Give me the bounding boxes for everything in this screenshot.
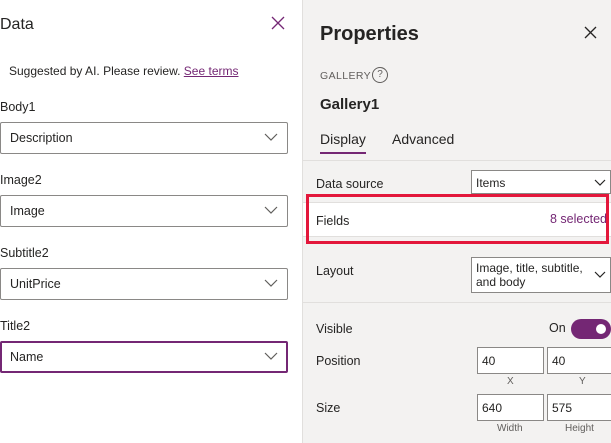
visible-state-label: On bbox=[549, 321, 566, 335]
close-icon[interactable] bbox=[584, 26, 600, 42]
properties-pane: Properties GALLERY ? Gallery1 Display Ad… bbox=[303, 0, 611, 443]
layout-label: Layout bbox=[316, 264, 354, 278]
help-icon[interactable]: ? bbox=[372, 67, 388, 83]
position-x-caption: X bbox=[507, 376, 514, 387]
fields-selected-count[interactable]: 8 selected bbox=[550, 212, 607, 226]
size-width-input[interactable]: 640 bbox=[477, 394, 544, 421]
visible-toggle[interactable] bbox=[571, 319, 611, 339]
layout-value-line1: Image, title, subtitle, bbox=[476, 261, 583, 275]
chevron-down-icon bbox=[264, 279, 278, 287]
size-width-value: 640 bbox=[482, 401, 503, 415]
fields-label: Fields bbox=[316, 214, 350, 228]
position-x-input[interactable]: 40 bbox=[477, 347, 544, 374]
dropdown-value: Image bbox=[10, 204, 45, 218]
dropdown-value: Name bbox=[10, 350, 44, 364]
section-divider bbox=[303, 302, 611, 303]
dropdown-value: UnitPrice bbox=[10, 277, 61, 291]
chevron-down-icon bbox=[594, 179, 606, 186]
subtitle2-dropdown[interactable]: UnitPrice bbox=[0, 268, 288, 300]
data-source-value: Items bbox=[476, 176, 506, 190]
ai-suggestion-note: Suggested by AI. Please review. See term… bbox=[9, 64, 238, 78]
field-label-body1: Body1 bbox=[0, 100, 36, 114]
layout-value: Image, title, subtitle, and body bbox=[476, 261, 583, 289]
tabs-divider bbox=[303, 160, 611, 161]
data-source-label: Data source bbox=[316, 177, 384, 191]
position-label: Position bbox=[316, 354, 361, 368]
position-y-input[interactable]: 40 bbox=[547, 347, 611, 374]
size-height-value: 575 bbox=[552, 401, 573, 415]
chevron-down-icon bbox=[264, 206, 278, 214]
title2-dropdown[interactable]: Name bbox=[0, 341, 288, 373]
size-height-caption: Height bbox=[565, 423, 594, 434]
visible-label: Visible bbox=[316, 322, 353, 336]
chevron-down-icon bbox=[594, 271, 606, 278]
size-label: Size bbox=[316, 401, 341, 415]
chevron-down-icon bbox=[264, 352, 278, 360]
dropdown-value: Description bbox=[10, 131, 73, 145]
fields-row[interactable]: Fields 8 selected bbox=[303, 202, 611, 237]
field-label-subtitle2: Subtitle2 bbox=[0, 246, 49, 260]
field-label-title2: Title2 bbox=[0, 319, 31, 333]
position-x-value: 40 bbox=[482, 354, 496, 368]
layout-dropdown[interactable]: Image, title, subtitle, and body bbox=[471, 257, 611, 293]
toggle-knob bbox=[596, 324, 606, 334]
tab-advanced[interactable]: Advanced bbox=[392, 131, 454, 147]
image2-dropdown[interactable]: Image bbox=[0, 195, 288, 227]
layout-value-line2: and body bbox=[476, 275, 526, 289]
properties-title: Properties bbox=[320, 23, 419, 45]
close-icon[interactable] bbox=[271, 16, 289, 34]
tab-display[interactable]: Display bbox=[320, 131, 366, 154]
field-label-image2: Image2 bbox=[0, 173, 42, 187]
size-height-input[interactable]: 575 bbox=[547, 394, 611, 421]
control-name: Gallery1 bbox=[320, 96, 380, 113]
data-pane: Data Suggested by AI. Please review. See… bbox=[0, 0, 303, 443]
chevron-down-icon bbox=[264, 133, 278, 141]
control-type-label: GALLERY bbox=[320, 70, 372, 82]
see-terms-link[interactable]: See terms bbox=[184, 64, 239, 78]
body1-dropdown[interactable]: Description bbox=[0, 122, 288, 154]
ai-note-text: Suggested by AI. Please review. bbox=[9, 64, 181, 78]
position-y-caption: Y bbox=[579, 376, 586, 387]
data-pane-title: Data bbox=[0, 16, 34, 33]
size-width-caption: Width bbox=[497, 423, 523, 434]
position-y-value: 40 bbox=[552, 354, 566, 368]
data-source-dropdown[interactable]: Items bbox=[471, 170, 611, 194]
